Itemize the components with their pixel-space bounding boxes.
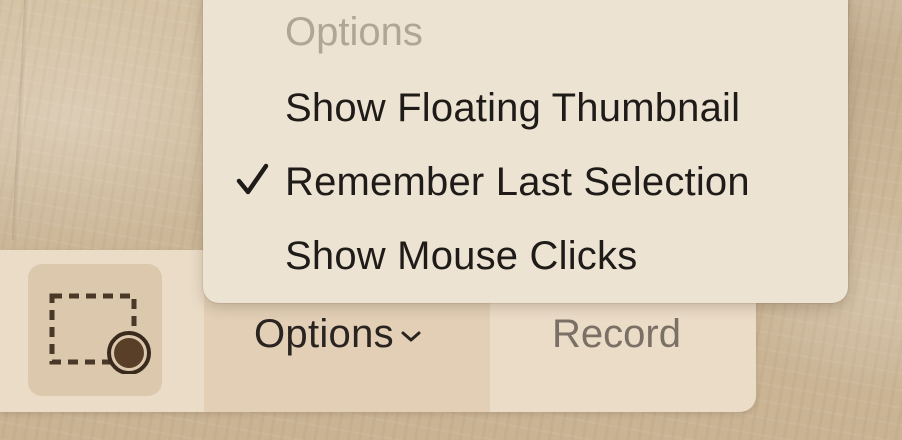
menu-item-label: Remember Last Selection [285, 160, 750, 204]
menu-item-remember-last-selection[interactable]: Remember Last Selection [203, 146, 848, 216]
desktop-wallpaper-texture [11, 0, 31, 240]
record-selected-portion-icon [49, 293, 151, 374]
menu-item-show-mouse-clicks[interactable]: Show Mouse Clicks [203, 220, 848, 290]
record-button-label: Record [552, 312, 681, 356]
menu-item-label: Show Floating Thumbnail [285, 86, 741, 130]
options-button-content: Options [254, 312, 422, 357]
options-dropdown-menu: Options Show Floating Thumbnail Remember… [203, 0, 848, 303]
menu-section-header: Options [285, 10, 423, 54]
checkmark-icon [235, 160, 271, 205]
record-selected-portion-button[interactable] [28, 264, 162, 396]
chevron-down-icon [400, 330, 422, 349]
options-button-label: Options [254, 312, 394, 356]
menu-item-label: Show Mouse Clicks [285, 234, 638, 278]
menu-item-show-floating-thumbnail[interactable]: Show Floating Thumbnail [203, 72, 848, 142]
